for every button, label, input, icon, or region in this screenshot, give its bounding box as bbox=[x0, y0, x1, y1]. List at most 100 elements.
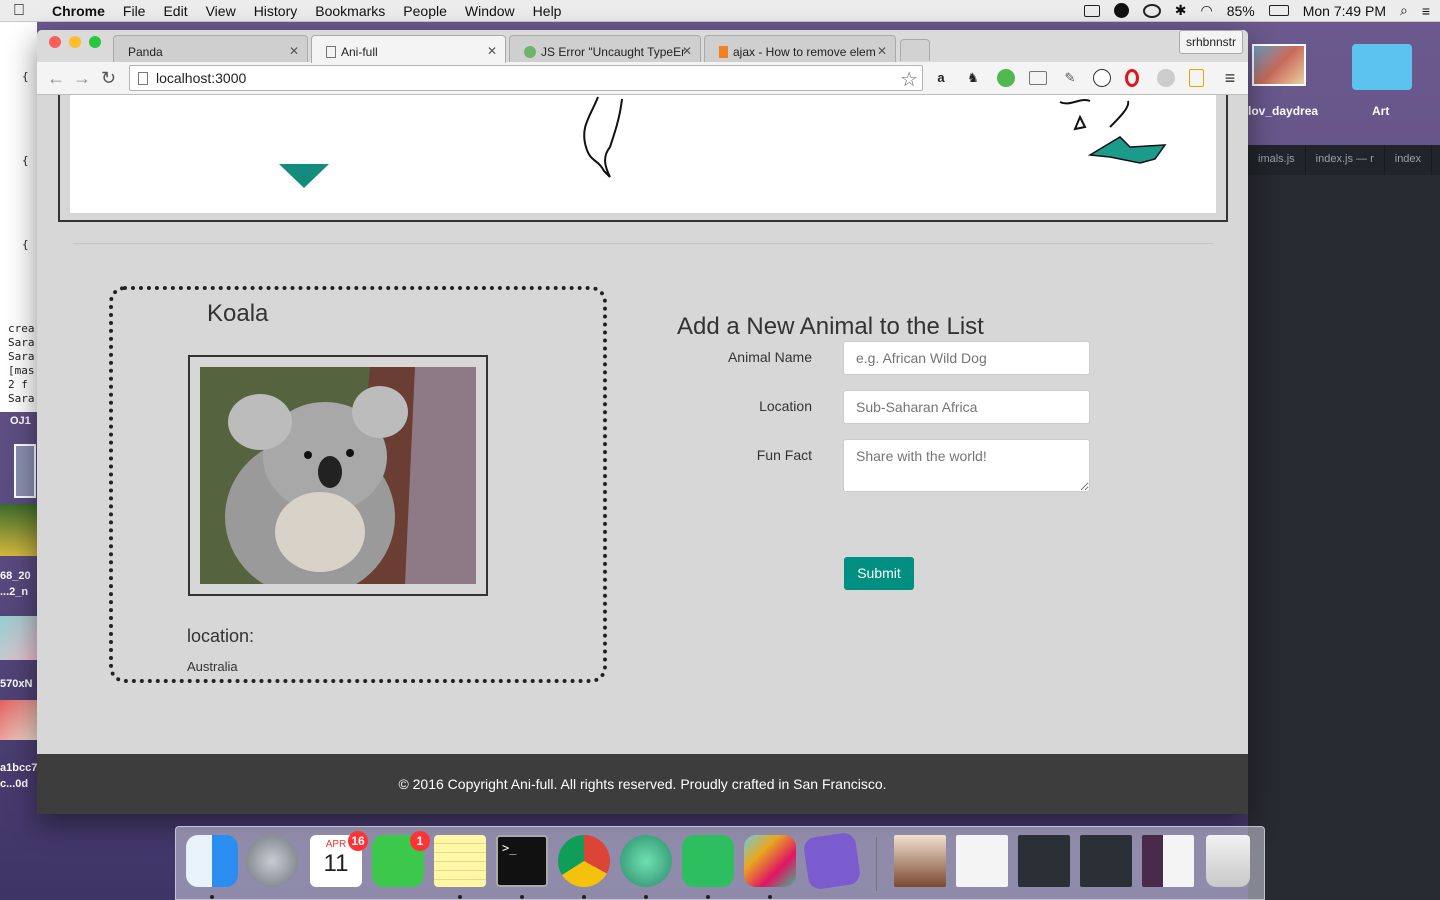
animal-name: Koala bbox=[207, 300, 269, 327]
zoom-window-button[interactable] bbox=[89, 36, 101, 48]
reload-icon[interactable]: ↻ bbox=[101, 68, 116, 89]
dock-window-thumb[interactable] bbox=[1142, 835, 1194, 887]
address-bar[interactable]: localhost:3000 ☆ bbox=[129, 65, 923, 91]
forward-arrow-icon[interactable]: → bbox=[73, 68, 91, 89]
menu-help[interactable]: Help bbox=[524, 3, 571, 19]
tab-close-icon[interactable]: ✕ bbox=[289, 44, 299, 58]
submit-button[interactable]: Submit bbox=[844, 557, 914, 590]
tab-close-icon[interactable]: ✕ bbox=[877, 44, 887, 58]
folder-icon[interactable] bbox=[1352, 44, 1412, 90]
location-value: Australia bbox=[187, 659, 238, 674]
desktop-folder-label[interactable]: Art bbox=[1372, 104, 1389, 118]
amazon-extension-icon[interactable]: a bbox=[932, 69, 950, 87]
clock[interactable]: Mon 7:49 PM bbox=[1303, 3, 1386, 19]
browser-toolbar: ← → ↻ localhost:3000 ☆ a ♞ ✎ ≡ bbox=[37, 62, 1248, 95]
dock-window-thumb[interactable] bbox=[956, 835, 1008, 887]
tab-ajax[interactable]: ajax - How to remove elem ✕ bbox=[704, 35, 896, 63]
battery-icon[interactable] bbox=[1268, 5, 1289, 16]
editor-tab[interactable]: index bbox=[1385, 145, 1433, 175]
notes-extension-icon[interactable] bbox=[1189, 69, 1204, 87]
menu-people[interactable]: People bbox=[394, 3, 456, 19]
menu-view[interactable]: View bbox=[197, 3, 245, 19]
location-input[interactable] bbox=[843, 390, 1090, 424]
new-tab-button[interactable] bbox=[900, 39, 930, 61]
dash-icon[interactable] bbox=[802, 831, 862, 891]
battery-percent[interactable]: 85% bbox=[1227, 3, 1255, 19]
panda-extension-icon[interactable] bbox=[1093, 69, 1111, 87]
desktop-file-thumb[interactable] bbox=[1252, 44, 1306, 86]
menu-edit[interactable]: Edit bbox=[154, 3, 196, 19]
chrome-menu-icon[interactable]: ≡ bbox=[1221, 69, 1239, 87]
dock: APR 11 16 1 >_ bbox=[175, 826, 1265, 900]
evernote-icon[interactable] bbox=[682, 835, 734, 887]
desktop-thumb[interactable] bbox=[0, 616, 37, 660]
koala-eye-right bbox=[346, 449, 354, 457]
notification-center-icon[interactable]: ≡ bbox=[1422, 3, 1430, 19]
world-map[interactable] bbox=[70, 95, 1216, 213]
tab-close-icon[interactable]: ✕ bbox=[487, 44, 497, 58]
menu-history[interactable]: History bbox=[245, 3, 307, 19]
atom-icon[interactable] bbox=[620, 835, 672, 887]
page-icon bbox=[138, 72, 148, 85]
tab-ani-full[interactable]: Ani-full ✕ bbox=[311, 35, 506, 63]
bookmark-star-icon[interactable]: ☆ bbox=[900, 67, 918, 92]
minimize-window-button[interactable] bbox=[69, 36, 81, 48]
animal-card: Koala location: Australia bbox=[109, 286, 607, 683]
tab-js-error[interactable]: JS Error "Uncaught TypeEr ✕ bbox=[509, 35, 701, 63]
tab-close-icon[interactable]: ✕ bbox=[682, 44, 692, 58]
cast-icon[interactable] bbox=[1029, 71, 1047, 85]
terminal-line: { bbox=[22, 154, 29, 167]
menu-window[interactable]: Window bbox=[456, 3, 524, 19]
background-editor bbox=[1248, 145, 1440, 900]
desktop-label: ...2_n bbox=[0, 586, 29, 598]
editor-tab[interactable]: index.js — r bbox=[1306, 145, 1385, 175]
slack-icon[interactable] bbox=[744, 835, 796, 887]
profile-button[interactable]: srhbnnstr bbox=[1178, 30, 1243, 54]
desktop-thumb[interactable] bbox=[14, 444, 36, 498]
bluetooth-icon[interactable]: ✱ bbox=[1175, 2, 1187, 19]
horse-extension-icon[interactable]: ♞ bbox=[964, 69, 982, 87]
stack-icon bbox=[524, 46, 536, 58]
facetime-icon[interactable]: 1 bbox=[372, 831, 430, 887]
grey-extension-icon[interactable] bbox=[1157, 69, 1175, 87]
dock-window-thumb[interactable] bbox=[1018, 835, 1070, 887]
back-arrow-icon[interactable]: ← bbox=[47, 68, 65, 89]
fun-fact-label: Fun Fact bbox=[756, 447, 812, 463]
trash-icon[interactable] bbox=[1206, 835, 1250, 887]
finder-icon[interactable] bbox=[186, 835, 238, 887]
launchpad-icon[interactable] bbox=[246, 835, 298, 887]
evernote-extension-icon[interactable] bbox=[997, 69, 1015, 87]
dock-window-thumb[interactable] bbox=[894, 835, 946, 887]
chrome-icon[interactable] bbox=[558, 835, 610, 887]
display-icon[interactable] bbox=[1083, 4, 1100, 17]
animal-name-input[interactable] bbox=[843, 341, 1090, 375]
notes-icon[interactable] bbox=[434, 835, 486, 887]
menu-app-chrome[interactable]: Chrome bbox=[38, 3, 114, 19]
map-svg bbox=[279, 96, 1167, 188]
animal-photo-frame bbox=[188, 355, 488, 596]
desktop-thumb[interactable] bbox=[0, 504, 37, 556]
desktop-file-label[interactable]: lov_daydrea bbox=[1248, 104, 1318, 118]
dock-window-thumb[interactable] bbox=[1080, 835, 1132, 887]
menu-file[interactable]: File bbox=[114, 3, 155, 19]
background-terminal: { { { crea Sara Sara [mas 2 f Sara bbox=[0, 22, 37, 412]
tab-panda[interactable]: Panda ✕ bbox=[113, 35, 308, 63]
dock-separator bbox=[876, 837, 877, 891]
apple-icon[interactable]:  bbox=[0, 2, 38, 20]
desktop-thumb[interactable] bbox=[0, 700, 37, 740]
creative-cloud-icon[interactable] bbox=[1142, 3, 1161, 18]
menu-bookmarks[interactable]: Bookmarks bbox=[306, 3, 394, 19]
eyedropper-extension-icon[interactable]: ✎ bbox=[1061, 69, 1079, 87]
fun-fact-textarea[interactable] bbox=[843, 439, 1090, 492]
close-window-button[interactable] bbox=[49, 36, 61, 48]
terminal-line: crea bbox=[8, 322, 35, 335]
calendar-icon[interactable]: APR 11 16 bbox=[310, 831, 368, 887]
wifi-icon[interactable]: ◠ bbox=[1200, 2, 1212, 19]
opera-extension-icon[interactable] bbox=[1125, 69, 1139, 87]
spotlight-icon[interactable]: ⌕ bbox=[1400, 2, 1408, 19]
chat-bubble-icon[interactable] bbox=[1113, 3, 1129, 18]
location-label: location: bbox=[187, 626, 255, 646]
editor-tab[interactable]: imals.js bbox=[1248, 145, 1306, 175]
terminal-icon[interactable]: >_ bbox=[496, 835, 548, 887]
desktop-label: c...0d bbox=[0, 778, 29, 790]
